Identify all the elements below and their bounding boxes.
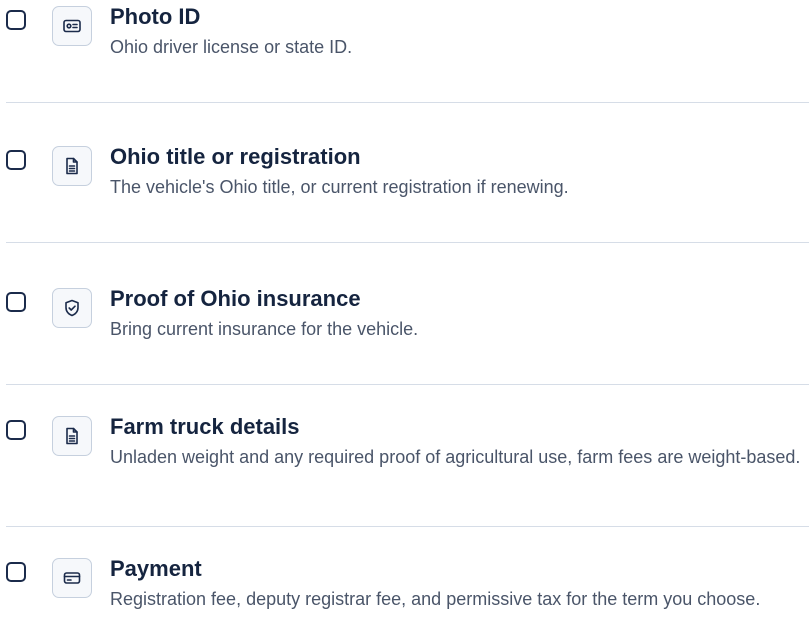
ohio-title-checkbox[interactable] (6, 150, 26, 170)
divider (6, 526, 809, 527)
shield-check-icon (52, 288, 92, 328)
divider (6, 102, 809, 103)
item-title: Payment (110, 556, 202, 581)
item-description: The vehicle's Ohio title, or current reg… (110, 177, 569, 197)
document-icon (52, 416, 92, 456)
item-title: Farm truck details (110, 414, 300, 439)
id-card-icon (52, 6, 92, 46)
divider (6, 384, 809, 385)
divider (6, 242, 809, 243)
item-title: Proof of Ohio insurance (110, 286, 361, 311)
item-description: Bring current insurance for the vehicle. (110, 319, 419, 339)
document-icon (52, 146, 92, 186)
item-description: Registration fee, deputy registrar fee, … (110, 589, 761, 609)
item-description: Ohio driver license or state ID. (110, 37, 353, 57)
item-description: Unladen weight and any required proof of… (110, 447, 801, 467)
item-title: Photo ID (110, 4, 201, 29)
photo-id-checkbox[interactable] (6, 10, 26, 30)
farm-truck-checkbox[interactable] (6, 420, 26, 440)
credit-card-icon (52, 558, 92, 598)
payment-checkbox[interactable] (6, 562, 26, 582)
insurance-checkbox[interactable] (6, 292, 26, 312)
item-title: Ohio title or registration (110, 144, 361, 169)
